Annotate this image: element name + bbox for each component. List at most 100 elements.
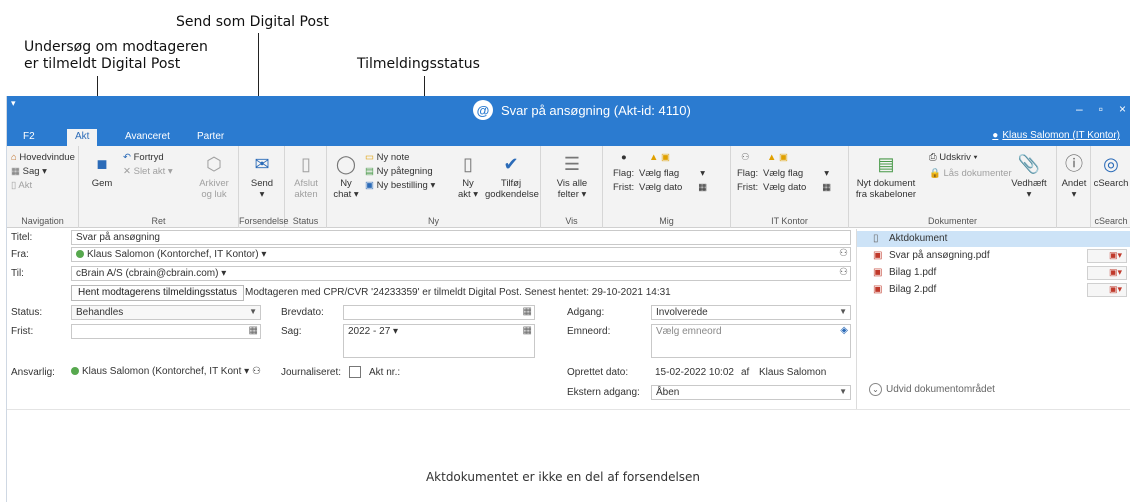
ekstern-adgang-select[interactable]: Åben ▼ bbox=[651, 385, 851, 400]
title-bar: ▾ @ Svar på ansøgning (Akt-id: 4110) ‒ ▫… bbox=[7, 96, 1130, 126]
udvid-dokumentomraadet-button[interactable]: ⌄ Udvid dokumentområdet bbox=[869, 383, 995, 396]
ansvarlig-select[interactable]: Klaus Salomon (Kontorchef, IT Kont ▾ ⚇ bbox=[71, 366, 261, 377]
af-label: af bbox=[741, 367, 750, 378]
hovedvindue-button[interactable]: ⌂ Hovedvindue bbox=[11, 152, 75, 163]
brevdato-label: Brevdato: bbox=[281, 307, 324, 318]
group-label-forsendelse: Forsendelse bbox=[239, 216, 289, 226]
address-book-icon[interactable]: ⚇ bbox=[252, 366, 261, 377]
emneord-input[interactable]: Vælg emneord ◈ bbox=[651, 324, 851, 358]
group-label-itkontor: IT Kontor bbox=[771, 216, 808, 226]
group-label-csearch: cSearch bbox=[1094, 216, 1128, 226]
delete-icon: ✕ bbox=[123, 166, 131, 177]
fra-input[interactable]: Klaus Salomon (Kontorchef, IT Kontor) ▾ ⚇ bbox=[71, 247, 851, 262]
brevdato-input[interactable]: ▦ bbox=[343, 305, 535, 320]
chevron-down-icon: ▼ bbox=[839, 307, 847, 316]
sag-button[interactable]: ▦ Sag ▾ bbox=[11, 166, 47, 177]
current-user-link[interactable]: ● Klaus Salomon (IT Kontor) bbox=[992, 130, 1120, 141]
close-button[interactable]: × bbox=[1119, 102, 1126, 116]
ny-bestilling-button[interactable]: ▣ Ny bestilling ▾ bbox=[365, 180, 435, 191]
tilmeldingsstatus-text: Modtageren med CPR/CVR '24233359' er til… bbox=[245, 287, 671, 298]
calendar-icon[interactable]: ▦ bbox=[523, 306, 532, 317]
udskriv-button[interactable]: ⎙ Udskriv ▾ bbox=[929, 152, 978, 163]
nyt-dokument-button[interactable]: ▤ Nyt dokument fra skabeloner bbox=[851, 152, 921, 201]
document-item-aktdokument[interactable]: ▯ Aktdokument bbox=[857, 231, 1130, 247]
af-value: Klaus Salomon bbox=[759, 367, 827, 378]
case-lookup-icon[interactable]: ▦ bbox=[523, 325, 532, 336]
sag-input[interactable]: 2022 - 27 ▾ ▦ bbox=[343, 324, 535, 358]
group-ny: ◯ Ny chat ▾ ▭ Ny note ▤ Ny påtegning ▣ N… bbox=[327, 146, 541, 228]
csearch-icon: ◎ bbox=[1103, 153, 1119, 174]
til-label: Til: bbox=[11, 268, 24, 279]
document-body-message: Aktdokumentet er ikke en del af forsende… bbox=[425, 470, 701, 484]
til-input[interactable]: cBrain A/S (cbrain@cbrain.com) ▾ ⚇ bbox=[71, 266, 851, 281]
adgang-select[interactable]: Involverede ▼ bbox=[651, 305, 851, 320]
group-csearch: ◎ cSearch cSearch bbox=[1091, 146, 1130, 228]
akt-button[interactable]: ▯ Akt bbox=[11, 180, 32, 191]
ny-chat-button[interactable]: ◯ Ny chat ▾ bbox=[331, 152, 361, 201]
maximize-button[interactable]: ▫ bbox=[1099, 102, 1103, 116]
gem-button[interactable]: ■ Gem bbox=[87, 152, 117, 190]
mig-frist-date[interactable]: Vælg dato ▦ bbox=[639, 182, 707, 193]
new-document-icon: ▯ bbox=[463, 153, 473, 174]
slet-akt-button[interactable]: ✕ Slet akt ▾ bbox=[123, 166, 173, 177]
tab-f2[interactable]: F2 bbox=[15, 129, 43, 146]
laas-dokumenter-button[interactable]: 🔒 Lås dokumenter bbox=[929, 168, 1012, 179]
minimize-button[interactable]: ‒ bbox=[1076, 102, 1083, 116]
mig-flag-icon: ▲ ▣ bbox=[649, 152, 671, 163]
document-item-bilag1[interactable]: ▣ Bilag 1.pdf ▣▾ bbox=[857, 265, 1130, 281]
journaliseret-checkbox[interactable] bbox=[349, 366, 361, 378]
arkiver-button[interactable]: ⬡ Arkiver og luk bbox=[193, 152, 235, 201]
quick-access-icon[interactable]: ▾ bbox=[11, 98, 16, 109]
chevron-down-icon: ▼ bbox=[839, 387, 847, 396]
address-book-icon[interactable]: ⚇ bbox=[839, 267, 848, 278]
aktnr-label: Akt nr.: bbox=[369, 367, 401, 378]
titel-input[interactable]: Svar på ansøgning bbox=[71, 230, 851, 245]
ny-paategning-button[interactable]: ▤ Ny påtegning bbox=[365, 166, 433, 177]
andet-button[interactable]: ⓘ Andet ▾ bbox=[1059, 152, 1089, 201]
ribbon-tabs: F2 Akt Avanceret Parter ● Klaus Salomon (… bbox=[7, 126, 1130, 146]
frist-input[interactable]: ▦ bbox=[71, 324, 261, 339]
itkontor-flag-select[interactable]: Vælg flag ▾ bbox=[763, 168, 829, 179]
metadata-form: Titel: Svar på ansøgning Fra: Klaus Salo… bbox=[7, 229, 855, 409]
archive-icon: ⬡ bbox=[206, 153, 222, 174]
vedhaeft-button[interactable]: 📎 Vedhæft ▾ bbox=[1009, 152, 1049, 201]
tab-parter[interactable]: Parter bbox=[189, 129, 232, 146]
group-mig: ● ▲ ▣ Flag: Vælg flag ▾ Frist: Vælg dato… bbox=[603, 146, 731, 228]
annotation-undersog-2: er tilmeldt Digital Post bbox=[24, 56, 181, 72]
csearch-button[interactable]: ◎ cSearch bbox=[1091, 152, 1130, 190]
presence-dot-icon bbox=[76, 250, 84, 258]
itkontor-frist-date[interactable]: Vælg dato ▦ bbox=[763, 182, 831, 193]
fortryd-button[interactable]: ↶ Fortryd bbox=[123, 152, 164, 163]
ny-akt-button[interactable]: ▯ Ny akt ▾ bbox=[453, 152, 483, 201]
mig-flag-select[interactable]: Vælg flag ▾ bbox=[639, 168, 705, 179]
tab-avanceret[interactable]: Avanceret bbox=[117, 129, 178, 146]
vis-alle-felter-button[interactable]: ☰ Vis alle felter ▾ bbox=[549, 152, 595, 201]
afslut-akten-button[interactable]: ▯ Afslut akten bbox=[289, 152, 323, 201]
document-item-bilag2[interactable]: ▣ Bilag 2.pdf ▣▾ bbox=[857, 282, 1130, 298]
order-icon: ▣ bbox=[365, 180, 374, 191]
oprettet-value: 15-02-2022 10:02 bbox=[655, 367, 734, 378]
address-book-icon[interactable]: ⚇ bbox=[839, 248, 848, 259]
pdf-icon: ▣ bbox=[873, 284, 883, 295]
tilfoj-godkendelse-button[interactable]: ✔ Tilføj godkendelse bbox=[485, 152, 539, 201]
itkontor-flag-label: Flag: bbox=[737, 168, 759, 179]
info-icon: ⓘ bbox=[1065, 153, 1083, 174]
itkontor-flag-icon: ▲ ▣ bbox=[767, 152, 789, 163]
home-icon: ⌂ bbox=[11, 152, 17, 163]
ekstern-adgang-label: Ekstern adgang: bbox=[567, 387, 640, 398]
oprettet-label: Oprettet dato: bbox=[567, 367, 629, 378]
document-item-svar[interactable]: ▣ Svar på ansøgning.pdf ▣▾ bbox=[857, 248, 1130, 264]
pdf-options-icon[interactable]: ▣▾ bbox=[1087, 283, 1127, 297]
tag-icon[interactable]: ◈ bbox=[840, 325, 848, 336]
pdf-options-icon[interactable]: ▣▾ bbox=[1087, 249, 1127, 263]
calendar-icon[interactable]: ▦ bbox=[249, 325, 258, 336]
paperclip-icon: 📎 bbox=[1017, 153, 1041, 174]
window-title: Svar på ansøgning (Akt-id: 4110) bbox=[501, 102, 691, 118]
status-select[interactable]: Behandles ▼ bbox=[71, 305, 261, 320]
pdf-options-icon[interactable]: ▣▾ bbox=[1087, 266, 1127, 280]
send-button[interactable]: ✉ Send ▾ bbox=[245, 152, 279, 201]
tab-akt[interactable]: Akt bbox=[67, 129, 98, 146]
journaliseret-label: Journaliseret: bbox=[281, 367, 342, 378]
ny-note-button[interactable]: ▭ Ny note bbox=[365, 152, 409, 163]
hent-tilmeldingsstatus-button[interactable]: Hent modtagerens tilmeldingsstatus bbox=[71, 285, 244, 301]
